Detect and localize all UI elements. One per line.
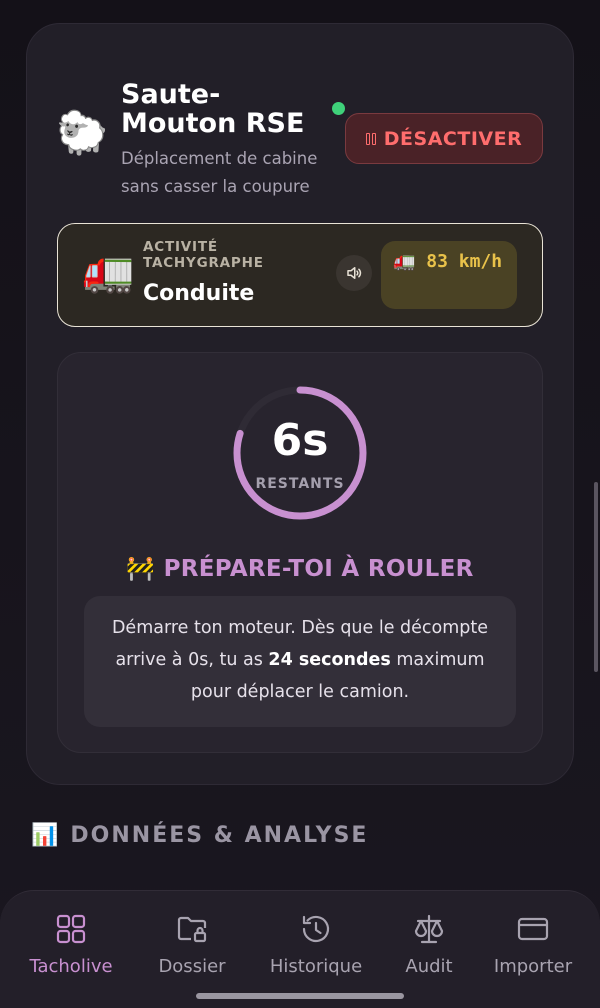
nav-historique[interactable]: Historique [261, 912, 371, 977]
grid-icon [56, 914, 86, 944]
prepare-title: 🚧 PRÉPARE-TOI À ROULER [126, 556, 474, 582]
nav-label: Dossier [158, 956, 226, 977]
countdown-label: RESTANTS [255, 476, 345, 492]
nav-audit[interactable]: Audit [374, 912, 484, 977]
nav-label: Historique [269, 956, 363, 977]
nav-label: Importer [493, 956, 573, 977]
folder-lock-icon [177, 916, 207, 943]
scale-icon [414, 914, 444, 944]
speed-value: 🚛 83 km/h [393, 251, 503, 272]
instruction-text: Démarre ton moteur. Dès que le décompte … [96, 612, 504, 708]
instruction-highlight: 24 secondes [268, 650, 391, 670]
section-header: 📊 DONNÉES & ANALYSE [31, 823, 368, 848]
mode-subtitle: Déplacement de cabine sans casser la cou… [121, 149, 318, 196]
app-screen: 🐑 Saute-Mouton RSE Déplacement de cabine… [0, 0, 600, 1008]
sheep-icon: 🐑 [56, 108, 109, 157]
truck-icon: 🚛 [82, 246, 135, 295]
card-icon [517, 917, 549, 941]
deactivate-label: DÉSACTIVER [383, 127, 523, 150]
mode-title: Saute-Mouton RSE [121, 79, 305, 139]
pause-icon [365, 132, 376, 146]
sound-button[interactable] [336, 255, 372, 291]
deactivate-button[interactable]: DÉSACTIVER [345, 113, 543, 164]
home-indicator [196, 993, 404, 999]
activity-label: ACTIVITÉ TACHYGRAPHE [143, 239, 264, 271]
nav-importer[interactable]: Importer [478, 912, 588, 977]
nav-tacholive[interactable]: Tacholive [16, 912, 126, 977]
nav-dossier[interactable]: Dossier [137, 912, 247, 977]
section-title: DONNÉES & ANALYSE [70, 823, 369, 848]
history-icon [302, 915, 330, 943]
bar-chart-icon: 📊 [31, 823, 61, 848]
status-dot [332, 102, 345, 115]
speaker-icon [347, 267, 362, 279]
scrollbar-thumb[interactable] [594, 482, 598, 672]
nav-label: Audit [405, 956, 453, 977]
nav-label: Tacholive [29, 956, 113, 977]
activity-value: Conduite [143, 281, 255, 306]
countdown-value: 6s [271, 415, 329, 466]
